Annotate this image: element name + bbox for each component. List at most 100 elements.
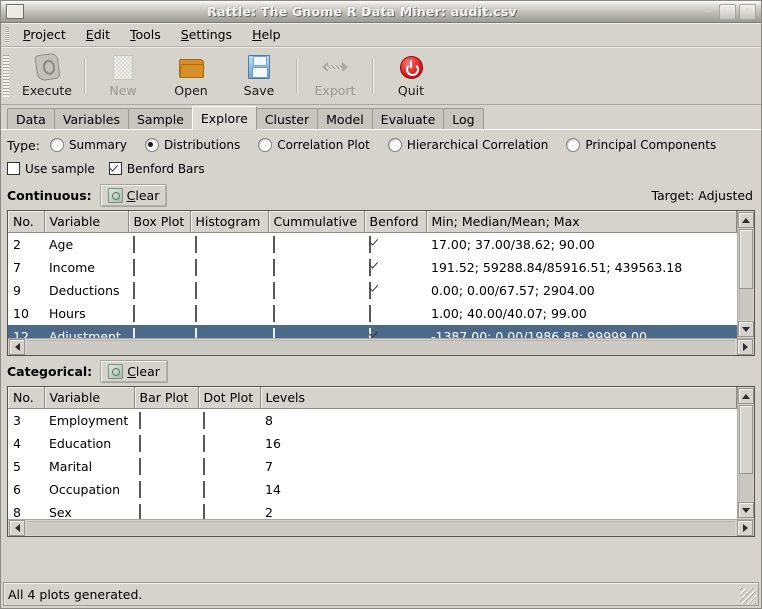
radio-correlation-plot[interactable]: Correlation Plot [258, 138, 370, 152]
table-row[interactable]: 7 Income 191.52; 59288.84/85916.51; 4395… [8, 256, 737, 279]
scroll-left-button[interactable] [9, 339, 25, 355]
cell-benford[interactable] [364, 233, 426, 257]
tab-log[interactable]: Log [443, 108, 484, 130]
tab-explore[interactable]: Explore [191, 106, 257, 130]
table-row[interactable]: 9 Deductions 0.00; 0.00/67.57; 2904.00 [8, 279, 737, 302]
continuous-table[interactable]: No. Variable Box Plot Histogram Cummulat… [8, 211, 737, 338]
col-box-plot[interactable]: Box Plot [128, 211, 191, 233]
scroll-up-button[interactable] [738, 212, 754, 228]
window-menu-icon[interactable] [6, 4, 24, 19]
resize-grip-icon[interactable] [740, 588, 756, 604]
checkbox-use-sample[interactable]: Use sample [7, 162, 95, 176]
col-cummulative[interactable]: Cummulative [268, 211, 365, 233]
cell-benford[interactable] [364, 302, 426, 325]
scroll-trough[interactable] [739, 405, 753, 501]
cell-cummulative[interactable] [268, 256, 364, 279]
continuous-horizontal-scrollbar[interactable] [8, 338, 754, 355]
cell-cummulative[interactable] [268, 325, 364, 338]
toolbar-grip-icon[interactable] [3, 54, 9, 97]
col-no[interactable]: No. [8, 387, 45, 409]
menu-project[interactable]: Project [13, 25, 76, 44]
tab-sample[interactable]: Sample [127, 108, 193, 130]
col-no[interactable]: No. [8, 211, 45, 233]
menu-grip-icon[interactable] [5, 26, 9, 43]
col-stats[interactable]: Min; Median/Mean; Max [426, 211, 737, 233]
col-variable[interactable]: Variable [44, 211, 129, 233]
cell-dot-plot[interactable] [198, 455, 260, 478]
tab-evaluate[interactable]: Evaluate [371, 108, 445, 130]
categorical-vertical-scrollbar[interactable] [737, 387, 754, 519]
menu-edit[interactable]: Edit [76, 25, 120, 44]
col-dot-plot[interactable]: Dot Plot [198, 387, 261, 409]
scroll-trough[interactable] [739, 229, 753, 320]
toolbar-open-button[interactable]: Open [157, 53, 225, 98]
col-benford[interactable]: Benford [364, 211, 427, 233]
continuous-clear-button[interactable]: Clear [99, 183, 168, 207]
toolbar-execute-button[interactable]: Execute [13, 52, 81, 98]
toolbar-new-button[interactable]: New [89, 53, 157, 98]
cell-dot-plot[interactable] [198, 409, 260, 433]
radio-principal-components[interactable]: Principal Components [566, 138, 716, 152]
toolbar-quit-button[interactable]: Quit [377, 53, 445, 98]
table-row[interactable]: 8 Sex 2 [8, 501, 737, 519]
scroll-thumb[interactable] [739, 229, 753, 290]
toolbar-save-button[interactable]: Save [225, 53, 293, 98]
col-histogram[interactable]: Histogram [190, 211, 269, 233]
cell-box-plot[interactable] [128, 302, 190, 325]
scroll-trough-horizontal[interactable] [27, 340, 735, 354]
continuous-vertical-scrollbar[interactable] [737, 211, 754, 338]
cell-cummulative[interactable] [268, 279, 364, 302]
menu-tools[interactable]: Tools [120, 25, 171, 44]
table-row[interactable]: 10 Hours 1.00; 40.00/40.07; 99.00 [8, 302, 737, 325]
scroll-right-button[interactable] [737, 520, 753, 536]
radio-distributions[interactable]: Distributions [144, 138, 240, 152]
cell-histogram[interactable] [190, 233, 268, 257]
close-icon[interactable]: ✕ [739, 3, 756, 20]
table-row[interactable]: 4 Education 16 [8, 432, 737, 455]
checkbox-benford-bars[interactable]: Benford Bars [108, 162, 205, 176]
cell-bar-plot[interactable] [134, 455, 198, 478]
scroll-down-button[interactable] [738, 502, 754, 518]
cell-histogram[interactable] [190, 325, 268, 338]
cell-box-plot[interactable] [128, 233, 190, 257]
cell-bar-plot[interactable] [134, 501, 198, 519]
radio-hierarchical-correlation[interactable]: Hierarchical Correlation [387, 138, 548, 152]
radio-summary[interactable]: Summary [49, 138, 127, 152]
scroll-up-button[interactable] [738, 388, 754, 404]
scroll-left-button[interactable] [9, 520, 25, 536]
menu-help[interactable]: Help [242, 25, 291, 44]
cell-cummulative[interactable] [268, 302, 364, 325]
cell-bar-plot[interactable] [134, 478, 198, 501]
table-row[interactable]: 5 Marital 7 [8, 455, 737, 478]
table-row[interactable]: 2 Age 17.00; 37.00/38.62; 90.00 [8, 233, 737, 257]
cell-benford[interactable] [364, 279, 426, 302]
col-variable[interactable]: Variable [44, 387, 135, 409]
maximize-icon[interactable]: □ [719, 3, 736, 20]
scroll-right-button[interactable] [737, 339, 753, 355]
tab-cluster[interactable]: Cluster [255, 108, 319, 130]
tab-variables[interactable]: Variables [53, 108, 129, 130]
cell-box-plot[interactable] [128, 325, 190, 338]
cell-histogram[interactable] [190, 256, 268, 279]
minimize-icon[interactable]: ━ [700, 5, 716, 19]
cell-box-plot[interactable] [128, 279, 190, 302]
scroll-down-button[interactable] [738, 321, 754, 337]
toolbar-export-button[interactable]: Export [301, 53, 369, 98]
cell-histogram[interactable] [190, 279, 268, 302]
col-levels[interactable]: Levels [260, 387, 737, 409]
cell-histogram[interactable] [190, 302, 268, 325]
categorical-table[interactable]: No. Variable Bar Plot Dot Plot Levels 3 … [8, 387, 737, 519]
cell-dot-plot[interactable] [198, 432, 260, 455]
cell-benford[interactable] [364, 325, 426, 338]
tab-model[interactable]: Model [317, 108, 373, 130]
col-bar-plot[interactable]: Bar Plot [134, 387, 199, 409]
cell-dot-plot[interactable] [198, 501, 260, 519]
table-row[interactable]: 6 Occupation 14 [8, 478, 737, 501]
cell-dot-plot[interactable] [198, 478, 260, 501]
cell-benford[interactable] [364, 256, 426, 279]
cell-box-plot[interactable] [128, 256, 190, 279]
categorical-horizontal-scrollbar[interactable] [8, 519, 754, 536]
table-row[interactable]: 12 Adjustment -1387.00; 0.00/1986.88; 99… [8, 325, 737, 338]
cell-cummulative[interactable] [268, 233, 364, 257]
scroll-trough-horizontal[interactable] [27, 521, 735, 535]
